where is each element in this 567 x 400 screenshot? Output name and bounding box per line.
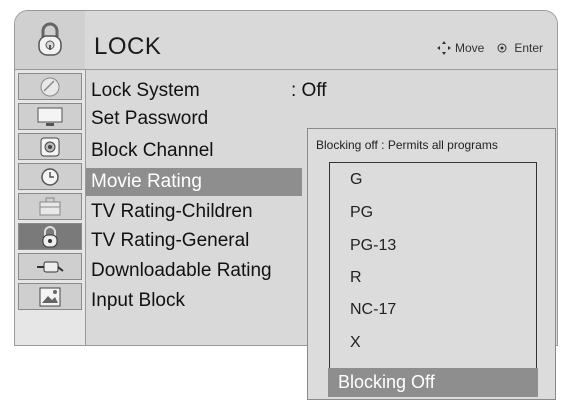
sidebar-item-audio[interactable] (18, 133, 82, 160)
cable-plug-icon (37, 261, 64, 272)
menu-item-label: Lock System (91, 80, 200, 101)
blocking-off-option[interactable]: Blocking Off (328, 368, 538, 397)
clock-icon (41, 167, 59, 186)
menu-header: LOCK Move Enter (15, 11, 557, 69)
lock-icon (38, 22, 62, 56)
menu-item-movie-rating[interactable]: Movie Rating (86, 168, 302, 196)
enter-icon (497, 43, 507, 53)
briefcase-icon (39, 197, 61, 215)
page-title: LOCK (94, 33, 162, 60)
monitor-icon (37, 107, 63, 126)
rating-option-r[interactable]: R (350, 269, 362, 287)
menu-item-lock-system[interactable]: Lock System (86, 77, 302, 105)
lock-icon (42, 225, 58, 247)
rating-options-box: G PG PG-13 R NC-17 X (329, 162, 537, 373)
move-arrows-icon (436, 41, 451, 55)
sidebar-item-time[interactable] (18, 163, 82, 190)
menu-item-set-password[interactable]: Set Password (86, 105, 302, 133)
lock-system-value: : Off (291, 80, 327, 101)
sidebar-item-channel[interactable] (18, 73, 82, 100)
navigation-hint: Move Enter (436, 41, 543, 55)
menu-item-downloadable-rating[interactable]: Downloadable Rating (86, 257, 302, 285)
rating-option-g[interactable]: G (350, 171, 362, 189)
sidebar-item-option[interactable] (18, 193, 82, 220)
header-icon-column (15, 11, 85, 69)
menu-item-label: TV Rating-Children (91, 201, 253, 222)
menu-item-tv-rating-children[interactable]: TV Rating-Children (86, 198, 302, 226)
menu-item-tv-rating-general[interactable]: TV Rating-General (86, 227, 302, 255)
sidebar-item-usb[interactable] (18, 283, 82, 310)
enter-hint-label: Enter (514, 41, 543, 55)
category-sidebar (15, 69, 86, 345)
rating-option-pg-13[interactable]: PG-13 (350, 237, 396, 255)
sidebar-item-lock[interactable] (18, 223, 82, 250)
menu-item-label: Block Channel (91, 140, 214, 161)
rating-option-nc-17[interactable]: NC-17 (350, 301, 396, 319)
menu-item-label: Set Password (91, 108, 209, 129)
menu-item-label: TV Rating-General (91, 230, 250, 251)
menu-item-block-channel[interactable]: Block Channel (86, 137, 302, 165)
menu-item-input-block[interactable]: Input Block (86, 287, 302, 315)
rating-option-x[interactable]: X (350, 334, 361, 352)
menu-item-label: Downloadable Rating (91, 260, 272, 281)
picture-icon (39, 287, 61, 306)
menu-item-label: Input Block (91, 290, 185, 311)
popup-hint: Blocking off : Permits all programs (316, 138, 498, 152)
menu-item-label: Movie Rating (91, 171, 202, 192)
satellite-dish-icon (40, 77, 60, 96)
speaker-icon (40, 137, 60, 156)
move-hint-label: Move (454, 41, 485, 55)
sidebar-item-picture[interactable] (18, 103, 82, 130)
movie-rating-popup: Blocking off : Permits all programs G PG… (307, 128, 556, 400)
rating-option-pg[interactable]: PG (350, 204, 373, 222)
sidebar-item-input[interactable] (18, 253, 82, 280)
